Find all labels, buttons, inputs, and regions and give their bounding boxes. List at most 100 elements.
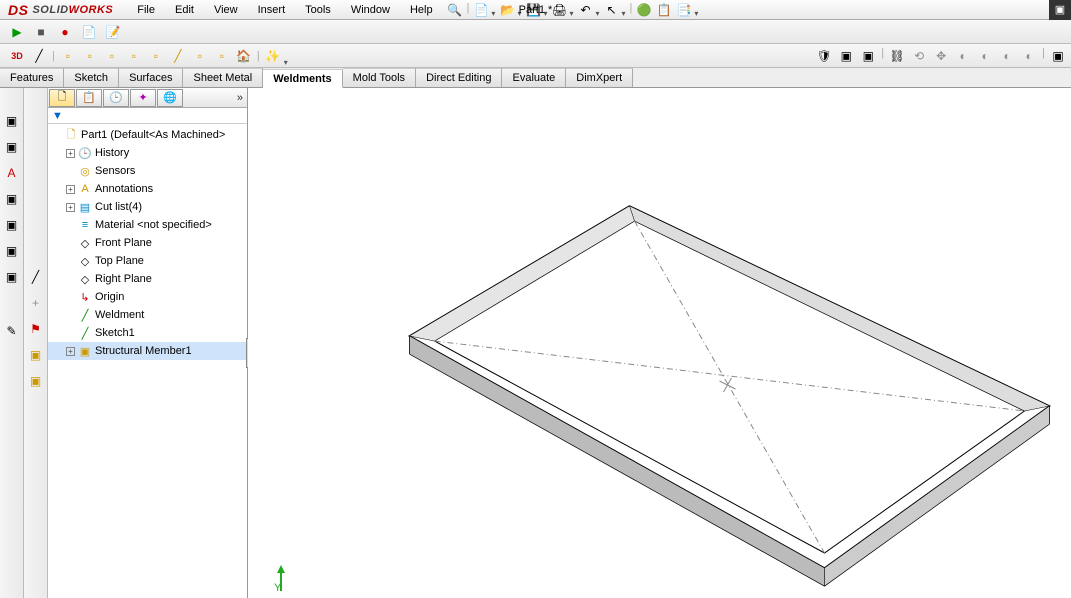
tab-dimxpert[interactable]: DimXpert	[566, 68, 633, 87]
dropdown-icon[interactable]: 📑	[676, 2, 692, 18]
ls1-icon-8[interactable]: ✎	[3, 322, 21, 340]
fm-tab-1[interactable]: 🗋	[49, 89, 75, 107]
rf-icon-1[interactable]: 🛡	[815, 47, 833, 65]
tree-sketch1[interactable]: ╱ Sketch1	[48, 324, 247, 342]
fm-tab-3[interactable]: 🕒	[103, 89, 129, 107]
ls2-icon-3[interactable]: ⚑	[27, 320, 45, 338]
tab-sketch[interactable]: Sketch	[64, 68, 119, 87]
tree-top-plane[interactable]: ◇ Top Plane	[48, 252, 247, 270]
graphics-viewport[interactable]: Y	[248, 88, 1071, 598]
stop-icon[interactable]: ■	[32, 23, 50, 41]
rebuild-icon[interactable]: 🟢	[636, 2, 652, 18]
sketch3d-icon[interactable]: 3D	[8, 47, 26, 65]
tree-root-label: Part1 (Default<As Machined>	[81, 129, 225, 141]
tab-direct-editing[interactable]: Direct Editing	[416, 68, 502, 87]
new-macro-icon[interactable]: 📄	[80, 23, 98, 41]
tree-material[interactable]: ≡ Material <not specified>	[48, 216, 247, 234]
feat-icon-1[interactable]: ▫	[59, 47, 77, 65]
tab-mold-tools[interactable]: Mold Tools	[343, 68, 416, 87]
search-icon[interactable]: 🔍	[447, 2, 463, 18]
material-icon: ≡	[78, 218, 92, 232]
rf-icon-11[interactable]: ▣	[1049, 47, 1067, 65]
options-icon[interactable]: 📋	[656, 2, 672, 18]
fm-tab-5[interactable]: 🌐	[157, 89, 183, 107]
menu-tools[interactable]: Tools	[297, 2, 339, 18]
feat-icon-home[interactable]: 🏠	[235, 47, 253, 65]
tree-weldment[interactable]: ╱ Weldment	[48, 306, 247, 324]
rf-icon-3[interactable]: ▣	[859, 47, 877, 65]
tab-weldments[interactable]: Weldments	[263, 69, 342, 88]
ls1-icon-3[interactable]: A	[3, 164, 21, 182]
tree-structural-member[interactable]: + ▣ Structural Member1	[48, 342, 247, 360]
menu-insert[interactable]: Insert	[250, 2, 294, 18]
record-icon[interactable]: ●	[56, 23, 74, 41]
rf-icon-5[interactable]: ⟲	[910, 47, 928, 65]
feat-icon-2[interactable]: ▫	[81, 47, 99, 65]
ls2-icon-4[interactable]: ▣	[27, 346, 45, 364]
select-icon[interactable]: ↖	[604, 2, 620, 18]
rf-icon-7[interactable]: ◐	[954, 47, 972, 65]
annotation-icon: A	[78, 182, 92, 196]
tree-origin[interactable]: ↳ Origin	[48, 288, 247, 306]
menu-file[interactable]: File	[129, 2, 163, 18]
weldment-icon: ╱	[78, 308, 92, 322]
tree-root[interactable]: 🗋 Part1 (Default<As Machined>	[48, 126, 247, 144]
ls1-icon-5[interactable]: ▣	[3, 216, 21, 234]
feat-icon-3[interactable]: ▫	[103, 47, 121, 65]
open-icon[interactable]: 📂	[499, 2, 515, 18]
menu-help[interactable]: Help	[402, 2, 441, 18]
expand-icon[interactable]: +	[66, 203, 75, 212]
feat-wizard-icon[interactable]: ✨	[264, 47, 282, 65]
fm-tab-4[interactable]: ✦	[130, 89, 156, 107]
tab-surfaces[interactable]: Surfaces	[119, 68, 183, 87]
ls2-icon-2[interactable]: +	[27, 294, 45, 312]
rf-icon-9[interactable]: ◐	[998, 47, 1016, 65]
tree-sensors[interactable]: ◎ Sensors	[48, 162, 247, 180]
menu-window[interactable]: Window	[343, 2, 398, 18]
ls1-icon-7[interactable]: ▣	[3, 268, 21, 286]
plane-icon: ◇	[78, 272, 92, 286]
play-icon[interactable]: ▶	[8, 23, 26, 41]
rf-icon-2[interactable]: ▣	[837, 47, 855, 65]
tree-annotations[interactable]: + A Annotations	[48, 180, 247, 198]
tree-history[interactable]: + 🕒 History	[48, 144, 247, 162]
rf-icon-10[interactable]: ◐	[1020, 47, 1038, 65]
rf-icon-8[interactable]: ◐	[976, 47, 994, 65]
rf-icon-4[interactable]: ⛓	[888, 47, 906, 65]
ls1-icon-1[interactable]: ▣	[3, 112, 21, 130]
tree-right-plane[interactable]: ◇ Right Plane	[48, 270, 247, 288]
feat-icon-4[interactable]: ▫	[125, 47, 143, 65]
expand-icon[interactable]: +	[66, 347, 75, 356]
edit-macro-icon[interactable]: 📝	[104, 23, 122, 41]
print-icon[interactable]: 🖨	[551, 2, 567, 18]
fm-filter[interactable]: ▼	[48, 108, 247, 124]
window-control-icon[interactable]: ▣	[1049, 0, 1071, 20]
tab-sheet-metal[interactable]: Sheet Metal	[183, 68, 263, 87]
part-icon: 🗋	[64, 128, 78, 142]
tab-evaluate[interactable]: Evaluate	[502, 68, 566, 87]
undo-icon[interactable]: ↶	[577, 2, 593, 18]
feat-icon-8[interactable]: ▫	[213, 47, 231, 65]
menu-view[interactable]: View	[206, 2, 246, 18]
feat-icon-7[interactable]: ▫	[191, 47, 209, 65]
menu-edit[interactable]: Edit	[167, 2, 202, 18]
plane-icon: ◇	[78, 254, 92, 268]
ls1-icon-2[interactable]: ▣	[3, 138, 21, 156]
tree-cutlist[interactable]: + ▤ Cut list(4)	[48, 198, 247, 216]
tree-front-plane[interactable]: ◇ Front Plane	[48, 234, 247, 252]
feature-tree[interactable]: 🗋 Part1 (Default<As Machined> + 🕒 Histor…	[48, 124, 247, 598]
tab-features[interactable]: Features	[0, 68, 64, 87]
feat-icon-5[interactable]: ▫	[147, 47, 165, 65]
ls2-icon-5[interactable]: ▣	[27, 372, 45, 390]
feat-icon-6[interactable]: ╱	[169, 47, 187, 65]
fm-tab-overflow-icon[interactable]: »	[237, 92, 243, 104]
expand-icon[interactable]: +	[66, 149, 75, 158]
ls2-icon-1[interactable]: ╱	[27, 268, 45, 286]
line-tool-icon[interactable]: ╱	[30, 47, 48, 65]
ls1-icon-4[interactable]: ▣	[3, 190, 21, 208]
ls1-icon-6[interactable]: ▣	[3, 242, 21, 260]
expand-icon[interactable]: +	[66, 185, 75, 194]
rf-icon-6[interactable]: ✥	[932, 47, 950, 65]
fm-tab-2[interactable]: 📋	[76, 89, 102, 107]
new-icon[interactable]: 📄	[473, 2, 489, 18]
